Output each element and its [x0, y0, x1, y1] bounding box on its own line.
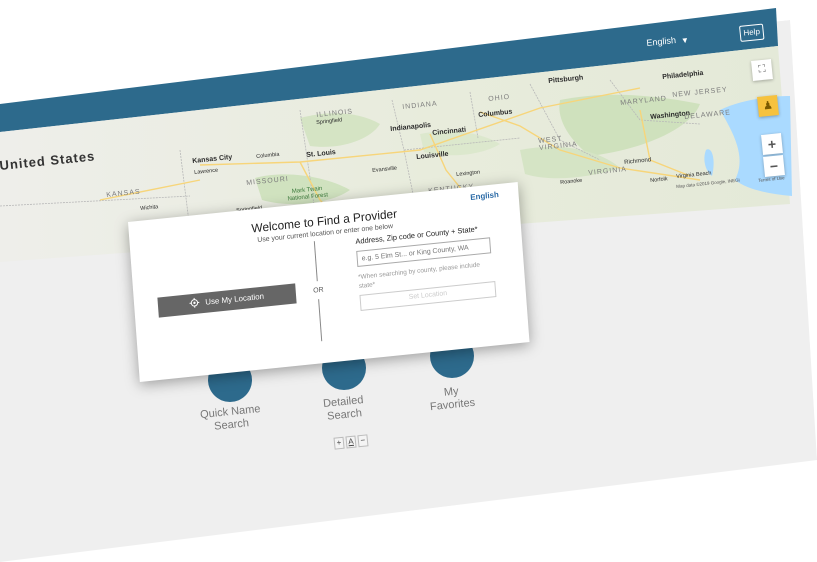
screen: English ▼ Help United States Pittsburgh … — [0, 0, 817, 562]
divider — [318, 299, 323, 342]
divider — [313, 241, 318, 282]
or-separator: OR — [313, 286, 324, 295]
font-increase-button[interactable]: + — [333, 436, 345, 450]
use-my-location-button[interactable]: Use My Location — [157, 283, 297, 318]
font-reset-button[interactable]: A — [345, 435, 357, 449]
font-decrease-button[interactable]: − — [357, 434, 369, 448]
crosshair-icon — [189, 297, 200, 308]
use-my-location-label: Use My Location — [204, 291, 265, 307]
